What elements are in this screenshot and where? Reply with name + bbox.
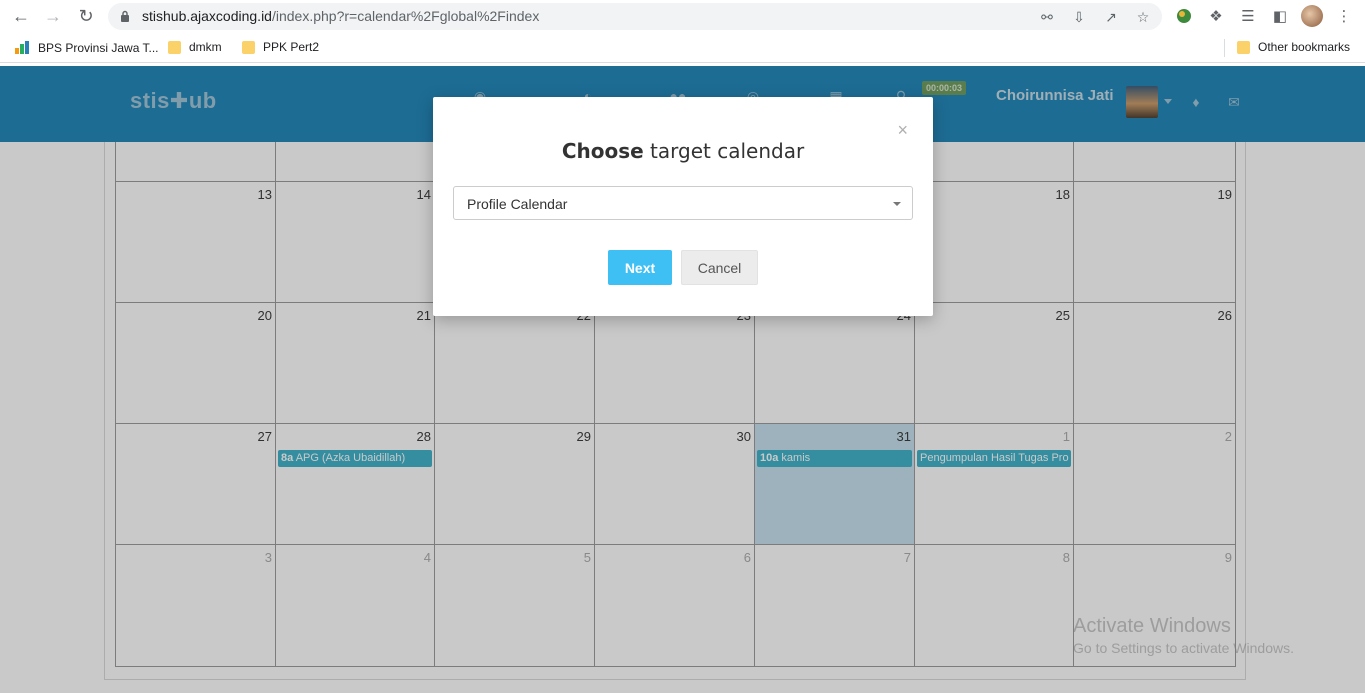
folder-icon: [1237, 40, 1250, 54]
bps-logo-icon: [14, 40, 30, 56]
folder-icon: [168, 40, 181, 54]
calendar-select[interactable]: Profile Calendar: [453, 186, 913, 220]
url-path: /index.php?r=calendar%2Fglobal%2Findex: [271, 8, 540, 24]
close-icon[interactable]: ×: [897, 120, 908, 141]
next-button[interactable]: Next: [608, 250, 672, 285]
address-bar[interactable]: stishub.ajaxcoding.id/index.php?r=calend…: [108, 3, 1162, 30]
puzzle-icon[interactable]: ❖: [1205, 5, 1227, 27]
chevron-down-icon: [893, 202, 901, 206]
key-icon[interactable]: ⚯: [1037, 7, 1057, 27]
star-icon[interactable]: ☆: [1133, 7, 1153, 27]
bookmarks-bar: BPS Provinsi Jawa T... dmkm PPK Pert2 Ot…: [0, 33, 1365, 63]
windows-watermark-title: Activate Windows: [1073, 615, 1231, 637]
bookmark-label: BPS Provinsi Jawa T...: [38, 41, 159, 55]
back-icon[interactable]: ←: [9, 4, 33, 28]
modal-title-rest: target calendar: [643, 139, 805, 163]
choose-calendar-modal: × Choose target calendar Profile Calenda…: [433, 97, 933, 316]
bookmark-bps[interactable]: BPS Provinsi Jawa T...: [14, 40, 159, 56]
other-bookmarks-label: Other bookmarks: [1258, 40, 1351, 54]
other-bookmarks[interactable]: Other bookmarks: [1237, 40, 1350, 54]
cancel-button[interactable]: Cancel: [681, 250, 758, 285]
bookmark-label: PPK Pert2: [263, 40, 320, 54]
modal-title: Choose target calendar: [433, 139, 933, 163]
browser-toolbar: ← → ↻ stishub.ajaxcoding.id/index.php?r=…: [0, 0, 1365, 33]
reading-list-icon[interactable]: ☰: [1237, 5, 1259, 27]
lock-icon: [121, 10, 129, 22]
sidebar-icon[interactable]: ◧: [1269, 5, 1291, 27]
bookmark-dmkm[interactable]: dmkm: [168, 40, 222, 54]
bookmarks-separator: [1224, 39, 1225, 57]
url-text: stishub.ajaxcoding.id/index.php?r=calend…: [142, 8, 539, 24]
profile-avatar-icon[interactable]: [1301, 5, 1323, 27]
url-host: stishub.ajaxcoding.id: [142, 8, 272, 24]
bookmark-ppk[interactable]: PPK Pert2: [242, 40, 319, 54]
extension-globe-icon[interactable]: [1173, 5, 1195, 27]
windows-watermark-subtitle: Go to Settings to activate Windows.: [1073, 640, 1294, 656]
modal-title-bold: Choose: [561, 139, 644, 163]
folder-icon: [242, 40, 255, 54]
reload-icon[interactable]: ↻: [74, 4, 98, 28]
calendar-select-value: Profile Calendar: [467, 196, 568, 212]
forward-icon[interactable]: →: [41, 4, 65, 28]
menu-dots-icon[interactable]: ⋮: [1333, 5, 1355, 27]
share-icon[interactable]: ↗: [1101, 7, 1121, 27]
bookmark-label: dmkm: [189, 40, 222, 54]
install-icon[interactable]: ⇩: [1069, 7, 1089, 27]
